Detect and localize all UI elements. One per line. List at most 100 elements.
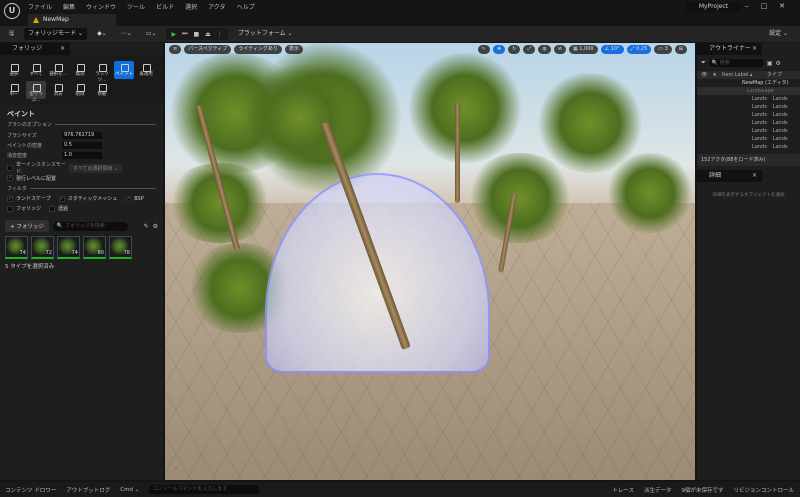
lighting-button[interactable]: ライティングあり: [234, 45, 282, 54]
scale-icon[interactable]: ⤢: [523, 45, 536, 54]
gear-icon[interactable]: ⚙: [775, 60, 780, 67]
outliner-row[interactable]: Lands Lands: [697, 135, 800, 143]
checkbox[interactable]: [49, 205, 56, 212]
visibility-icon[interactable]: 👁: [701, 71, 707, 79]
outliner-row[interactable]: Lands Lands: [697, 95, 800, 103]
checkbox[interactable]: [7, 205, 13, 212]
column-label[interactable]: Item Label ▴: [722, 71, 762, 79]
filter-translucent[interactable]: 透過: [49, 205, 68, 212]
tool-paint[interactable]: ペイント: [114, 61, 134, 79]
close-icon[interactable]: ×: [752, 170, 757, 182]
outliner-row-root[interactable]: NewMap (エディタ): [697, 79, 800, 87]
level-viewport[interactable]: ≡ パースペクティブ ライティングあり 表示 ↖ ✥ ↻ ⤢ ◍ ⊘ ▦ 1,0…: [165, 43, 695, 480]
foliage-type-thumb[interactable]: 74: [57, 236, 80, 259]
star-icon[interactable]: ★: [712, 71, 716, 79]
play-icon[interactable]: ▶: [171, 31, 176, 38]
stop-icon[interactable]: ■: [193, 31, 199, 38]
single-instance-dropdown[interactable]: すべての選択項目 ⌄: [69, 163, 123, 173]
place-in-level-checkbox[interactable]: ✓: [7, 175, 13, 181]
tool-select[interactable]: 選択: [4, 61, 24, 79]
menu-actor[interactable]: アクタ: [208, 2, 225, 11]
tab-newmap[interactable]: NewMap: [28, 14, 116, 26]
erase-density-input[interactable]: 1.0: [62, 151, 102, 159]
tool-lasso[interactable]: ラッソツ...: [92, 61, 112, 83]
more-icon[interactable]: ⋮: [217, 31, 223, 38]
select-icon[interactable]: ↖: [477, 45, 490, 54]
step-icon[interactable]: ⏭: [182, 30, 187, 38]
tool-select-invalid[interactable]: 選択を...: [48, 61, 68, 79]
tool-erase[interactable]: 消去: [48, 81, 68, 99]
cinematics-icon[interactable]: ▭⌄: [142, 28, 161, 40]
settings-dropdown[interactable]: 設定 ⌄: [765, 28, 792, 40]
rotation-snap[interactable]: ∠ 10°: [600, 45, 624, 54]
menu-edit[interactable]: 編集: [63, 2, 75, 11]
world-icon[interactable]: ◍: [538, 45, 551, 54]
blueprint-icon[interactable]: ⋯⌄: [117, 28, 136, 40]
rotate-icon[interactable]: ↻: [508, 45, 521, 54]
tab-outliner[interactable]: アウトライナー ×: [697, 43, 762, 55]
close-icon[interactable]: ×: [60, 43, 65, 55]
move-icon[interactable]: ✥: [492, 45, 506, 54]
scale-snap[interactable]: ⤢ 0.25: [626, 45, 652, 54]
unreal-logo-icon[interactable]: U: [4, 3, 20, 19]
filter-bsp[interactable]: ✓ BSP: [125, 195, 144, 202]
foliage-type-thumb[interactable]: 78: [109, 236, 132, 259]
perspective-button[interactable]: パースペクティブ: [184, 45, 232, 54]
viewport-menu-icon[interactable]: ≡: [169, 45, 182, 54]
minimize-icon[interactable]: –: [745, 2, 749, 10]
close-icon[interactable]: ×: [752, 43, 757, 55]
unsaved-button[interactable]: 9個が未保存です: [681, 486, 723, 494]
filter-static-mesh[interactable]: ✓ スタティックメッシュ: [58, 195, 117, 202]
platforms-dropdown[interactable]: プラットフォーム ⌄: [234, 28, 297, 40]
single-instance-checkbox[interactable]: [7, 165, 13, 171]
close-icon[interactable]: ✕: [779, 2, 785, 10]
checkbox[interactable]: ✓: [58, 195, 65, 202]
outliner-row[interactable]: Lands Lands: [697, 127, 800, 135]
console-input[interactable]: コンソールコマンドを入力します: [149, 485, 260, 494]
column-type[interactable]: タイプ: [767, 71, 782, 79]
paint-density-input[interactable]: 0.5: [62, 141, 102, 149]
menu-window[interactable]: ウィンドウ: [86, 2, 116, 11]
tab-foliage[interactable]: フォリッジ ×: [0, 43, 70, 55]
derived-data-button[interactable]: 派生データ: [644, 486, 672, 494]
grid-snap[interactable]: ▦ 1,000: [568, 45, 598, 54]
trace-button[interactable]: トレース: [612, 486, 634, 494]
filter-foliage[interactable]: フォリッジ: [7, 205, 41, 212]
output-log-button[interactable]: アウトプットログ: [66, 486, 110, 494]
tool-fill[interactable]: 塗りつぶ...: [26, 81, 46, 103]
show-button[interactable]: 表示: [284, 45, 303, 54]
paint-brush-icon[interactable]: ✎: [144, 223, 149, 230]
tool-invalid[interactable]: 無効: [70, 61, 90, 79]
add-actor-icon[interactable]: ◆⌄: [93, 28, 111, 40]
menu-build[interactable]: ビルド: [156, 2, 174, 11]
brush-options-header[interactable]: ブラシのオプション: [0, 120, 163, 129]
eject-icon[interactable]: ⏏: [205, 31, 211, 38]
tool-select-all[interactable]: すべて: [26, 61, 46, 79]
menu-file[interactable]: ファイル: [28, 2, 52, 11]
add-folder-icon[interactable]: ▣: [767, 60, 773, 67]
tool-reapply[interactable]: 再適用: [136, 61, 156, 79]
tool-single[interactable]: 単一: [4, 81, 24, 99]
outliner-row[interactable]: Lands Lands: [697, 111, 800, 119]
foliage-type-thumb[interactable]: 74: [5, 236, 28, 259]
filter-icon[interactable]: ⏷: [701, 59, 706, 67]
brush-size-input[interactable]: 976.761719: [62, 131, 102, 139]
surface-snap-icon[interactable]: ⊘: [553, 45, 566, 54]
checkbox[interactable]: ✓: [125, 195, 132, 202]
maximize-icon[interactable]: □: [761, 2, 768, 10]
outliner-row[interactable]: Lands Lands: [697, 119, 800, 127]
outliner-search-input[interactable]: 🔍 検索: [708, 59, 764, 67]
menu-help[interactable]: ヘルプ: [237, 2, 255, 11]
camera-speed[interactable]: ▭ 3: [654, 45, 672, 54]
gear-icon[interactable]: ⚙: [153, 223, 158, 230]
outliner-row-landscape[interactable]: Landscape: [697, 87, 800, 95]
tool-move[interactable]: 移動: [92, 81, 112, 99]
outliner-row[interactable]: Lands Lands: [697, 103, 800, 111]
mode-dropdown[interactable]: フォリッジモード ⌄: [24, 28, 88, 40]
add-foliage-button[interactable]: + フォリッジ: [5, 220, 49, 232]
filter-header[interactable]: フィルタ: [0, 184, 163, 193]
revision-control-button[interactable]: リビジョンコントロール: [733, 486, 794, 494]
maximize-viewport-icon[interactable]: ⊞: [674, 45, 687, 54]
cmd-dropdown[interactable]: Cmd ⌄: [120, 487, 139, 493]
foliage-type-thumb[interactable]: 72: [31, 236, 54, 259]
